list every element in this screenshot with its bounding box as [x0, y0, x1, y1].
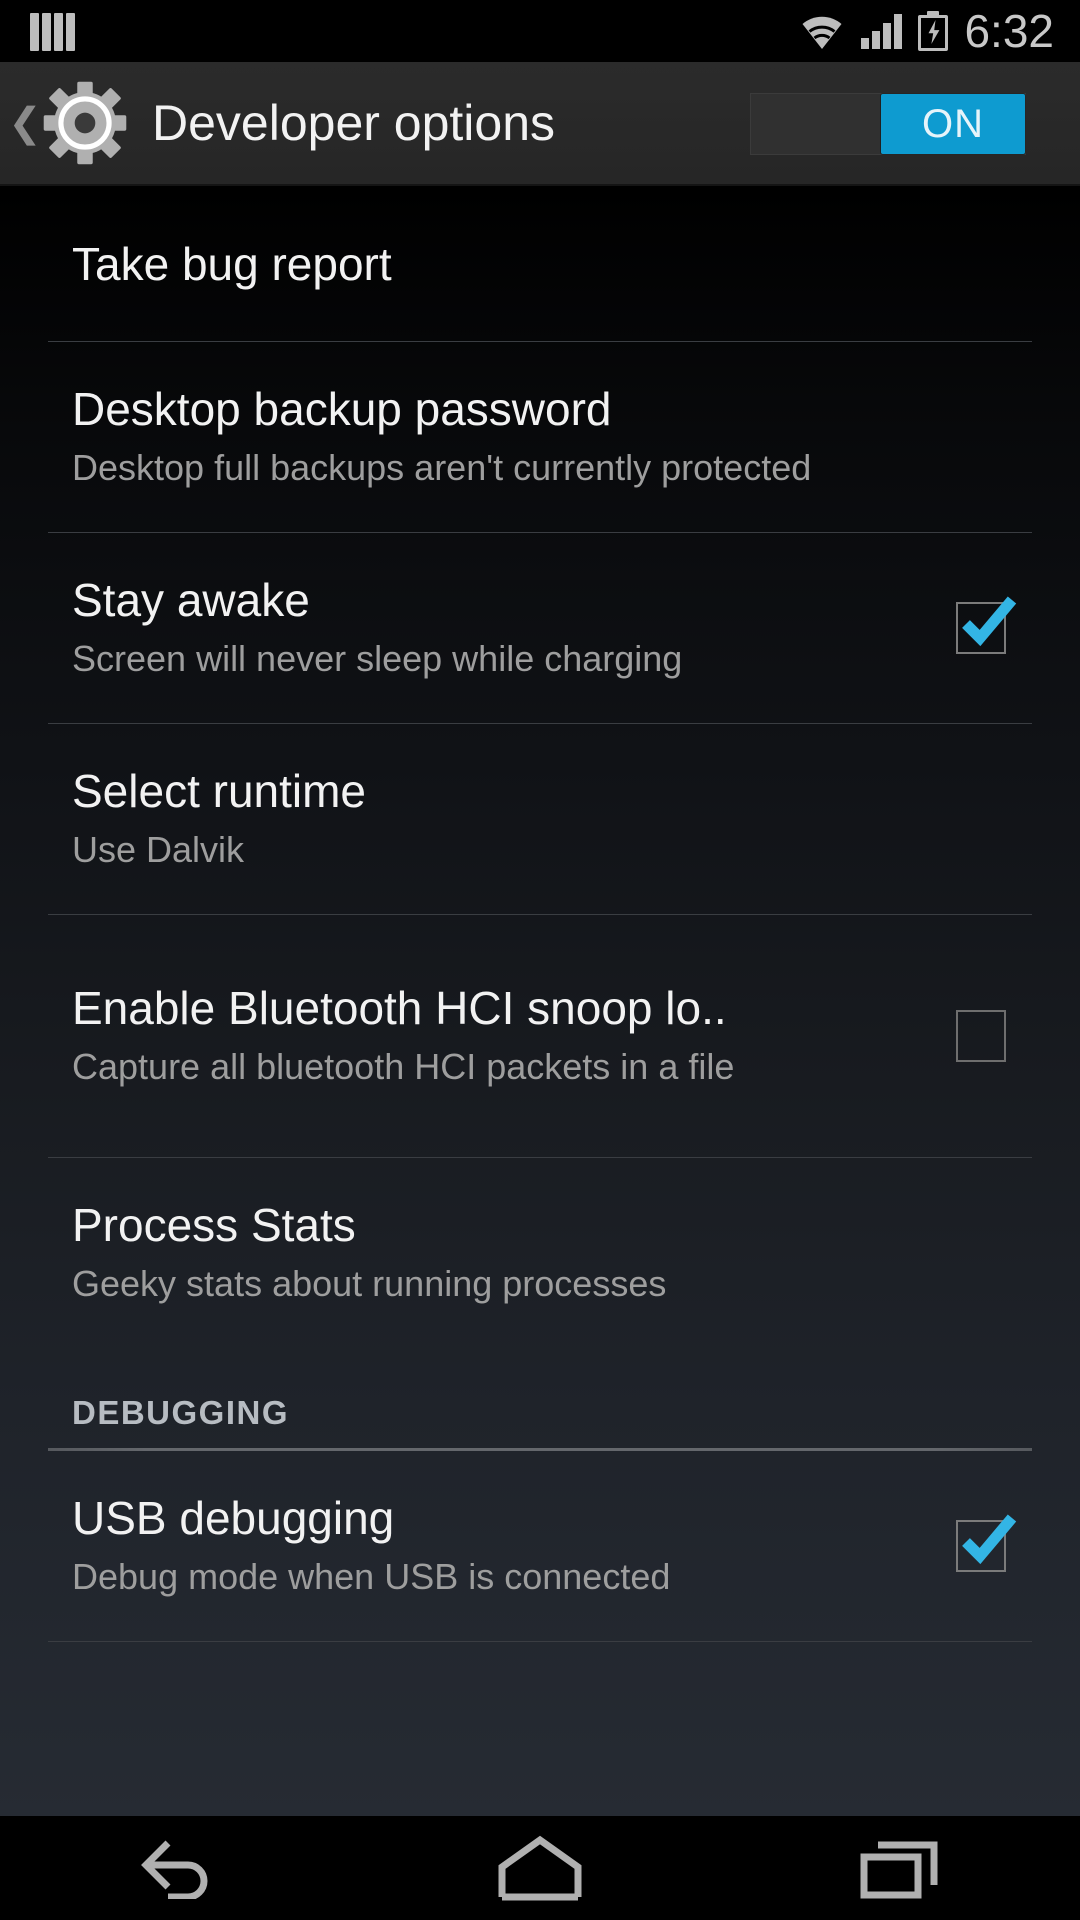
list-item-stay-awake[interactable]: Stay awake Screen will never sleep while… — [0, 533, 1080, 723]
list-item-title: USB debugging — [72, 1492, 395, 1544]
list-item-summary: Geeky stats about running processes — [72, 1263, 667, 1304]
list-item-title: Desktop backup password — [72, 383, 612, 435]
section-header-debugging: DEBUGGING — [0, 1348, 1080, 1448]
checkmark-icon — [962, 1514, 1017, 1565]
stay-awake-checkbox[interactable] — [956, 596, 1017, 656]
status-bar-notifications — [0, 11, 799, 51]
list-item-select-runtime[interactable]: Select runtime Use Dalvik — [0, 724, 1080, 914]
status-bar: 6:32 — [0, 0, 1080, 62]
wifi-icon — [802, 16, 842, 49]
nav-home-button[interactable] — [360, 1835, 720, 1901]
list-item-process-stats[interactable]: Process Stats Geeky stats about running … — [0, 1158, 1080, 1348]
switch-thumb: ON — [881, 94, 1025, 154]
list-item-summary: Use Dalvik — [72, 829, 245, 870]
navigation-bar — [0, 1816, 1080, 1920]
status-bar-clock: 6:32 — [964, 5, 1054, 57]
nav-back-button[interactable] — [0, 1837, 360, 1899]
action-bar: ❮ Developer options ON — [0, 62, 1080, 186]
list-item-take-bug-report[interactable]: Take bug report — [0, 186, 1080, 341]
android-settings-screen: 6:32 ❮ Developer options ON Take bug rep… — [0, 0, 1080, 1920]
list-item-title: Stay awake — [72, 574, 310, 626]
page-title: Developer options — [152, 95, 556, 151]
list-item-title: Enable Bluetooth HCI snoop lo.. — [72, 982, 727, 1034]
list-item-summary: Desktop full backups aren't currently pr… — [72, 447, 812, 488]
list-item-title: Take bug report — [72, 237, 392, 290]
cellular-signal-icon — [861, 13, 903, 49]
switch-track — [751, 94, 881, 154]
back-chevron-icon[interactable]: ❮ — [8, 103, 42, 143]
list-item-partial[interactable] — [0, 1642, 1080, 1816]
bluetooth-hci-snoop-log-checkbox[interactable] — [956, 1008, 1008, 1064]
recents-icon — [860, 1841, 938, 1899]
checkmark-icon — [962, 596, 1017, 647]
nav-recents-button[interactable] — [720, 1835, 1080, 1901]
list-item-enable-bluetooth-hci-snoop-log[interactable]: Enable Bluetooth HCI snoop lo.. Capture … — [0, 915, 1080, 1157]
usb-debugging-checkbox[interactable] — [956, 1514, 1017, 1574]
home-icon — [498, 1835, 582, 1901]
list-item-title: Select runtime — [72, 765, 367, 817]
list-item-usb-debugging[interactable]: USB debugging Debug mode when USB is con… — [0, 1451, 1080, 1641]
developer-options-master-switch[interactable]: ON — [750, 93, 1026, 155]
status-bar-system-icons: 6:32 — [799, 0, 1080, 62]
settings-list[interactable]: Take bug report Desktop backup password … — [0, 186, 1080, 1816]
switch-state-label: ON — [922, 101, 984, 146]
list-item-title: Process Stats — [72, 1199, 356, 1251]
battery-charging-icon — [918, 11, 949, 51]
list-item-summary: Screen will never sleep while charging — [72, 638, 683, 679]
four-bars-icon — [30, 11, 75, 51]
back-icon — [141, 1840, 208, 1899]
list-item-desktop-backup-password[interactable]: Desktop backup password Desktop full bac… — [0, 342, 1080, 532]
settings-gear-icon — [43, 81, 127, 165]
list-item-summary: Debug mode when USB is connected — [72, 1556, 671, 1597]
section-header-label: DEBUGGING — [72, 1394, 290, 1431]
list-item-summary: Capture all bluetooth HCI packets in a f… — [72, 1046, 735, 1087]
